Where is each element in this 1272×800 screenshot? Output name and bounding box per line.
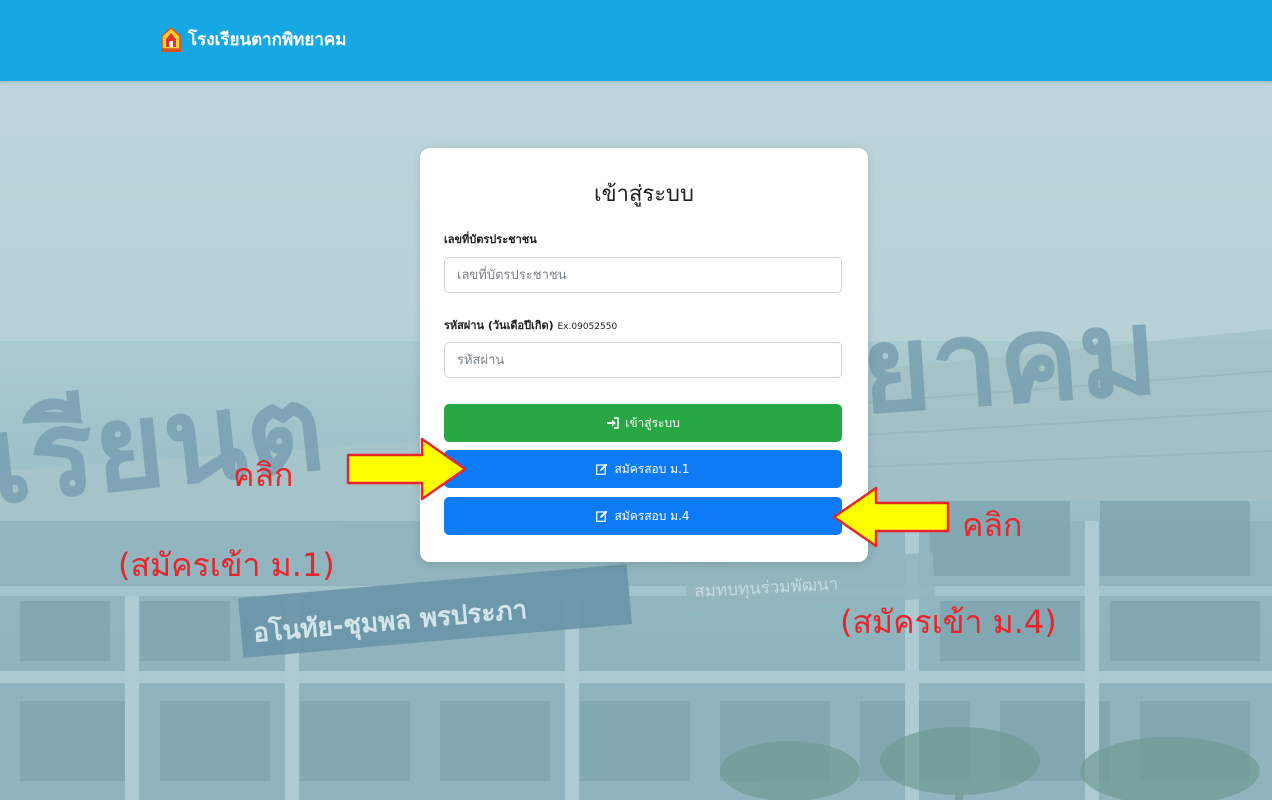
annotation-caption-m4: (สมัครเข้า ม.4) [840,603,1057,641]
annotation-caption-m1: (สมัครเข้า ม.1) [118,546,335,584]
brand-link[interactable]: โรงเรียนตากพิทยาคม [160,26,346,53]
password-hint: Ex.09052550 [557,322,618,332]
register-m1-button[interactable]: สมัครสอบ ม.1 [444,450,842,488]
annotation-click-left: คลิก [233,456,294,494]
top-navbar: โรงเรียนตากพิทยาคม [0,0,1272,81]
annotation-click-right: คลิก [962,506,1023,544]
login-title: เข้าสู่ระบบ [594,182,694,207]
id-card-label: เลขที่บัตรประชาชน [444,233,537,246]
login-card: เข้าสู่ระบบ เลขที่บัตรประชาชน รหัสผ่าน (… [420,148,868,562]
edit-icon [596,510,608,522]
register-m4-button[interactable]: สมัครสอบ ม.4 [444,497,842,535]
login-button-label: เข้าสู่ระบบ [625,415,680,430]
password-input[interactable] [444,342,842,378]
id-card-input[interactable] [444,257,842,293]
password-label-text: รหัสผ่าน (วันเดือปีเกิด) [444,319,554,332]
edit-icon [596,463,608,475]
register-m4-label: สมัครสอบ ม.4 [614,508,690,523]
arrow-left-icon [832,486,950,548]
login-button[interactable]: เข้าสู่ระบบ [444,404,842,442]
school-emblem-icon [161,26,181,52]
password-label: รหัสผ่าน (วันเดือปีเกิด) Ex.09052550 [444,316,617,334]
arrow-right-icon [346,437,467,501]
brand-name: โรงเรียนตากพิทยาคม [188,30,347,50]
register-m1-label: สมัครสอบ ม.1 [614,461,690,476]
sign-in-icon [607,417,619,429]
